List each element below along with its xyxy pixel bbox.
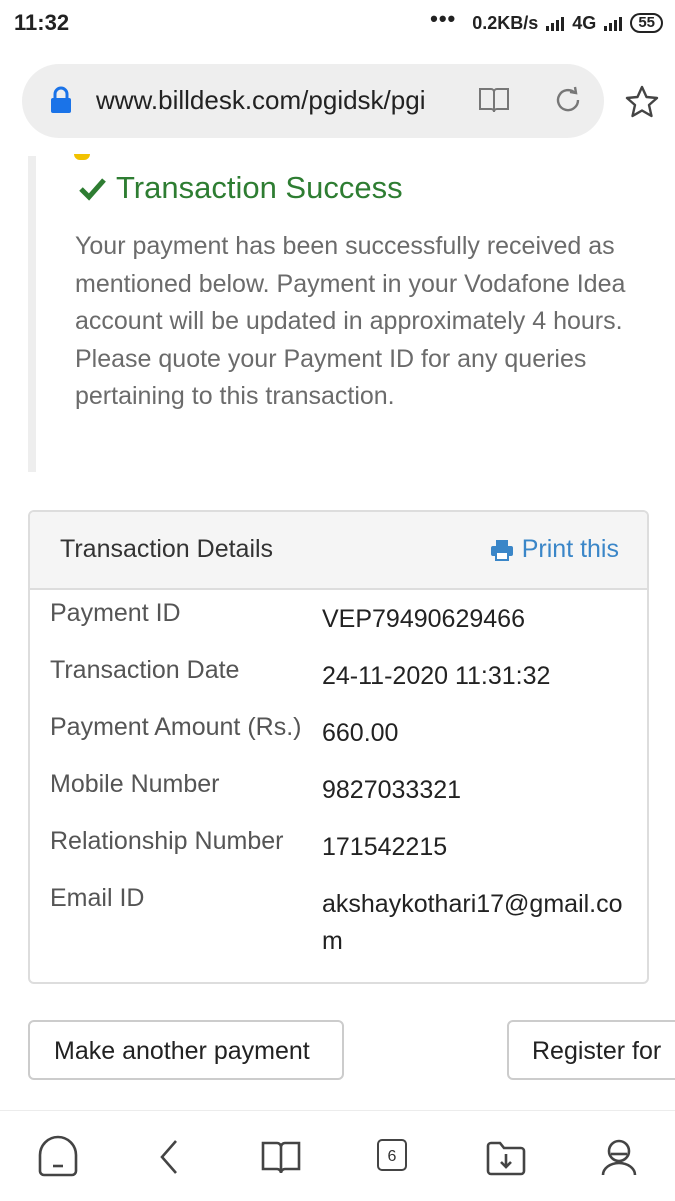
detail-value: 171542215 (322, 833, 448, 861)
browser-bottom-nav: 6 (0, 1110, 675, 1201)
detail-label: Payment ID (50, 599, 181, 627)
detail-label: Mobile Number (50, 770, 220, 798)
register-button[interactable]: Register for (507, 1020, 675, 1080)
home-icon[interactable] (36, 1135, 80, 1179)
detail-label: Relationship Number (50, 827, 284, 855)
print-label[interactable]: Print this (522, 535, 619, 564)
reader-mode-icon[interactable] (478, 86, 510, 114)
detail-value: 9827033321 (322, 776, 462, 804)
tabs-counter-button[interactable]: 6 (377, 1139, 407, 1171)
status-bar: 11:32 ••• 0.2KB/s 4G 55 (0, 0, 675, 48)
transaction-details-panel: Transaction Details Print this Payment I… (28, 510, 649, 984)
success-message: Your payment has been successfully recei… (75, 232, 626, 411)
signal-icon-2 (604, 15, 623, 31)
back-arrow-icon[interactable] (148, 1135, 192, 1179)
status-indicators: ••• 0.2KB/s 4G 55 (430, 6, 663, 36)
lock-icon (51, 86, 71, 113)
success-heading: Transaction Success (78, 170, 403, 206)
network-type: 4G (572, 12, 597, 33)
address-bar[interactable]: www.billdesk.com/pgidsk/pgi (22, 64, 604, 138)
panel-title: Transaction Details (60, 535, 274, 563)
print-link[interactable]: Print this (490, 535, 619, 564)
signal-icon (546, 15, 565, 31)
downloads-icon[interactable] (484, 1135, 528, 1179)
url-text[interactable]: www.billdesk.com/pgidsk/pgi (96, 85, 472, 116)
detail-label: Transaction Date (50, 656, 240, 684)
battery-icon: 55 (630, 13, 663, 33)
more-notifications-icon: ••• (430, 6, 457, 31)
success-title: Transaction Success (116, 170, 403, 205)
detail-value: VEP79490629466 (322, 605, 525, 633)
checkmark-icon (79, 178, 106, 201)
network-speed: 0.2KB/s (472, 12, 539, 33)
printer-icon (490, 539, 513, 561)
make-another-payment-button[interactable]: Make another payment (28, 1020, 344, 1080)
detail-value: akshaykothari17@gmail.com (322, 890, 623, 955)
detail-value: 660.00 (322, 719, 399, 747)
status-time: 11:32 (14, 10, 70, 35)
detail-value: 24-11-2020 11:31:32 (322, 662, 551, 690)
detail-label: Email ID (50, 884, 145, 912)
bookmark-star-icon[interactable] (624, 84, 660, 120)
reload-icon[interactable] (552, 84, 584, 116)
profile-icon[interactable] (597, 1135, 641, 1179)
bookmarks-book-icon[interactable] (259, 1135, 303, 1179)
detail-label: Payment Amount (Rs.) (50, 713, 302, 741)
panel-header: Transaction Details Print this (30, 512, 647, 590)
